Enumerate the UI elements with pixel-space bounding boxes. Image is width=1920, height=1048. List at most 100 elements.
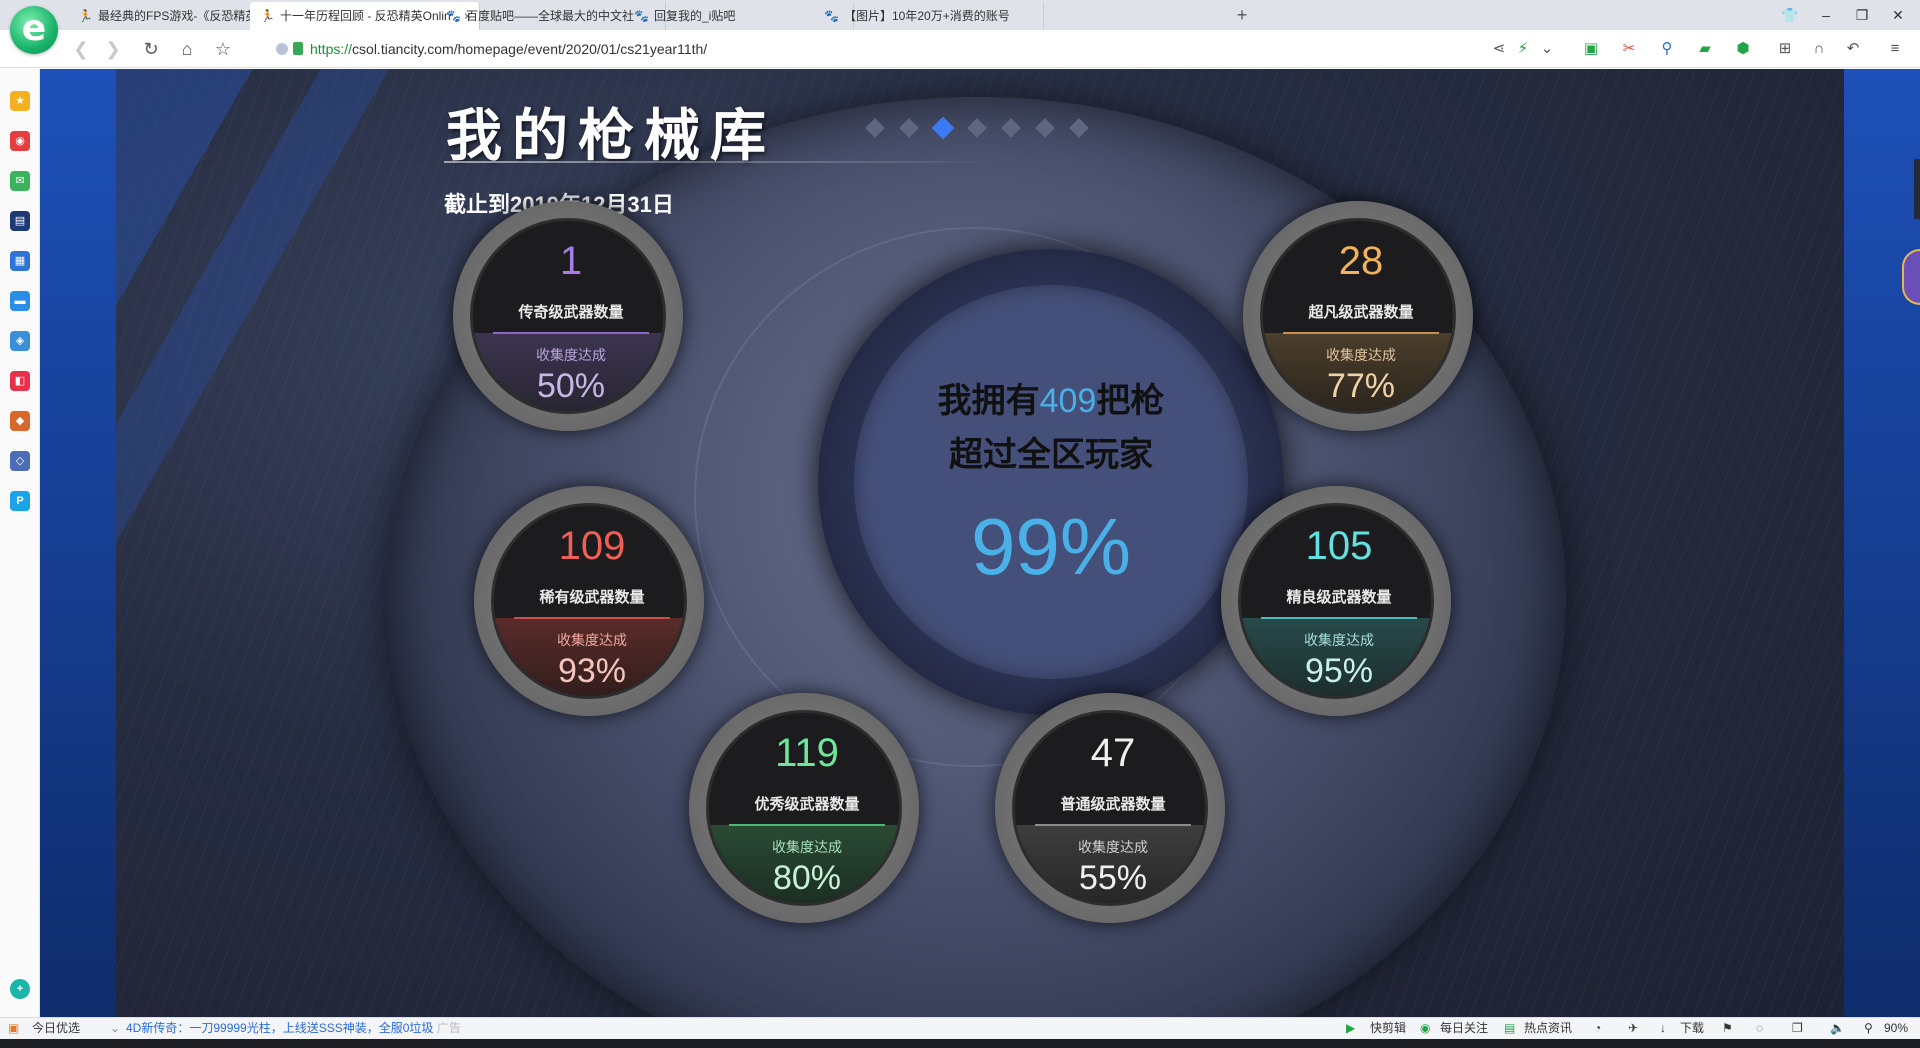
new-tab-button[interactable]: + (1232, 2, 1252, 28)
today-picks-link[interactable]: 今日优选 (32, 1018, 80, 1039)
common-label: 普通级武器数量 (1060, 796, 1166, 813)
title-divider (444, 161, 1004, 163)
shop-app-icon[interactable]: ◧ (10, 371, 30, 391)
elite-stat-circle: 105 精良级武器数量 收集度达成 95% (1221, 486, 1451, 716)
forward-icon[interactable]: ❯ (100, 37, 126, 61)
baidu-paw-icon: 🐾 (634, 9, 649, 23)
window-icon[interactable]: ❐ (1792, 1018, 1803, 1039)
news-ticker[interactable]: 4D新传奇：一刀99999光柱，上线送SSS神装，全服0垃圾 广告 (126, 1018, 461, 1039)
center-circle (854, 285, 1248, 679)
elite-count: 105 (1305, 524, 1373, 568)
shirt-icon[interactable]: 👕 (1772, 0, 1808, 30)
document-icon[interactable]: ▦ (10, 251, 30, 271)
page-dot[interactable] (1069, 118, 1089, 138)
quick-clip-link[interactable]: 快剪辑 (1370, 1018, 1406, 1039)
zoom-icon[interactable]: ⚲ (1864, 1018, 1873, 1039)
floating-avatar-button[interactable] (1902, 249, 1920, 305)
page-dot[interactable] (1035, 118, 1055, 138)
volume-icon[interactable]: 🔈 (1830, 1018, 1845, 1039)
gift-icon: ▣ (8, 1021, 20, 1035)
page-dot[interactable] (865, 118, 885, 138)
search-icon[interactable]: ⚲ (1656, 38, 1678, 60)
home-icon[interactable]: ⌂ (174, 37, 200, 61)
game-2-icon[interactable]: ◆ (10, 411, 30, 431)
headset-icon[interactable]: ∩ (1808, 38, 1830, 60)
extraordinary-count: 28 (1338, 239, 1384, 283)
web-content: 我的枪械库 截止到2019年12月31日 我拥有409把枪 超过全区玩家 99%… (40, 69, 1920, 1017)
news-app-icon[interactable]: ▤ (10, 211, 30, 231)
tab-title: 最经典的FPS游戏-《反恐精英On (98, 9, 274, 23)
shield-icon[interactable]: ⬢ (1732, 38, 1754, 60)
address-bar[interactable]: https://csol.tiancity.com/homepage/event… (270, 36, 1470, 62)
tab-title: 十一年历程回顾 - 反恐精英Onlin (280, 9, 451, 23)
legendary-label: 传奇级武器数量 (518, 304, 624, 321)
restore-button[interactable]: ❐ (1844, 0, 1880, 30)
mail-icon[interactable]: ✉ (10, 171, 30, 191)
close-window-button[interactable]: ✕ (1880, 0, 1916, 30)
download-link[interactable]: 下载 (1680, 1018, 1704, 1039)
total-count: 409 (1039, 382, 1097, 420)
reload-icon[interactable]: ↻ (138, 37, 164, 61)
status-bar: ▣ 今日优选 ⌄ 4D新传奇：一刀99999光柱，上线送SSS神装，全服0垃圾 … (0, 1017, 1920, 1039)
page-dot[interactable] (899, 118, 919, 138)
rare-count: 109 (558, 524, 626, 568)
rocket-icon[interactable]: ✈ (1628, 1018, 1638, 1039)
excellent-stat-circle: 119 优秀级武器数量 收集度达成 80% (689, 693, 919, 923)
stat-face: 105 精良级武器数量 收集度达成 95% (1238, 503, 1434, 699)
undo-icon[interactable]: ↶ (1842, 38, 1864, 60)
rare-percent: 93% (557, 652, 627, 690)
favorites-star-icon[interactable]: ★ (10, 91, 30, 111)
lightning-icon[interactable]: ⚡ (1512, 38, 1534, 60)
stat-face: 47 普通级武器数量 收集度达成 55% (1012, 710, 1208, 906)
daily-follow-link[interactable]: 每日关注 (1440, 1018, 1488, 1039)
page-title: 我的枪械库 (446, 104, 776, 167)
taskbar-edge (0, 1039, 1920, 1048)
chat-icon[interactable]: ▬ (10, 291, 30, 311)
url-path: csol.tiancity.com/homepage/event/2020/01… (352, 41, 708, 57)
stat-face: 119 优秀级武器数量 收集度达成 80% (706, 710, 902, 906)
game-3-icon[interactable]: ◇ (10, 451, 30, 471)
favorite-star-icon[interactable]: ☆ (210, 37, 236, 61)
chevron-down-icon[interactable]: ⌄ (1536, 38, 1558, 60)
game-app-icon[interactable]: ◈ (10, 331, 30, 351)
elite-percent: 95% (1304, 652, 1374, 690)
minimize-button[interactable]: – (1808, 0, 1844, 30)
weibo-icon[interactable]: ◉ (10, 131, 30, 151)
extraordinary-percent: 77% (1326, 367, 1396, 405)
legendary-count: 1 (559, 239, 583, 283)
chevron-down-icon[interactable]: ⌄ (110, 1018, 120, 1039)
common-count: 47 (1090, 731, 1136, 775)
speed-icon[interactable]: ◔ (1594, 1018, 1601, 1039)
zoom-level[interactable]: 90% (1884, 1018, 1908, 1039)
download-icon[interactable]: ↓ (1660, 1018, 1666, 1039)
rare-label: 稀有级武器数量 (539, 589, 645, 606)
common-stat-circle: 47 普通级武器数量 收集度达成 55% (995, 693, 1225, 923)
page-dot[interactable] (967, 118, 987, 138)
left-accent-bar (40, 69, 116, 1017)
p-app-icon[interactable]: P (10, 491, 30, 511)
surpass-percent: 99% (970, 502, 1132, 591)
translate-icon[interactable]: ▣ (1580, 38, 1602, 60)
scrollbar-thumb[interactable] (1914, 159, 1920, 219)
share-icon[interactable]: ⋖ (1488, 38, 1510, 60)
back-icon[interactable]: ❮ (68, 37, 94, 61)
stat-divider (729, 824, 885, 826)
page-dot[interactable] (1001, 118, 1021, 138)
page-dot-active[interactable] (931, 116, 955, 140)
collect-label: 收集度达成 (557, 632, 627, 648)
total-suffix: 把枪 (1096, 382, 1165, 420)
apps-grid-icon[interactable]: ⊞ (1774, 38, 1796, 60)
browser-logo[interactable]: e (10, 6, 58, 54)
scissors-icon[interactable]: ✂ (1618, 38, 1640, 60)
hot-news-link[interactable]: 热点资讯 (1524, 1018, 1572, 1039)
cs-figure-icon: 🏃 (260, 9, 275, 23)
cleanup-icon[interactable]: ◌ (1756, 1018, 1763, 1039)
legendary-stat-circle: 1 传奇级武器数量 收集度达成 50% (453, 201, 683, 431)
gamepad-icon[interactable]: ▰ (1694, 38, 1716, 60)
tab-photo[interactable]: 🐾 【图片】10年20万+消费的账号 (814, 2, 1044, 30)
flag-icon[interactable]: ⚑ (1722, 1018, 1733, 1039)
add-circle-icon[interactable]: + (10, 979, 30, 999)
news-text: 4D新传奇：一刀99999光柱，上线送SSS神装，全服0垃圾 (126, 1021, 434, 1035)
menu-icon[interactable]: ≡ (1884, 38, 1906, 60)
sidebar: ★ ◉ ✉ ▤ ▦ ▬ ◈ ◧ ◆ ◇ P + (0, 69, 40, 1017)
